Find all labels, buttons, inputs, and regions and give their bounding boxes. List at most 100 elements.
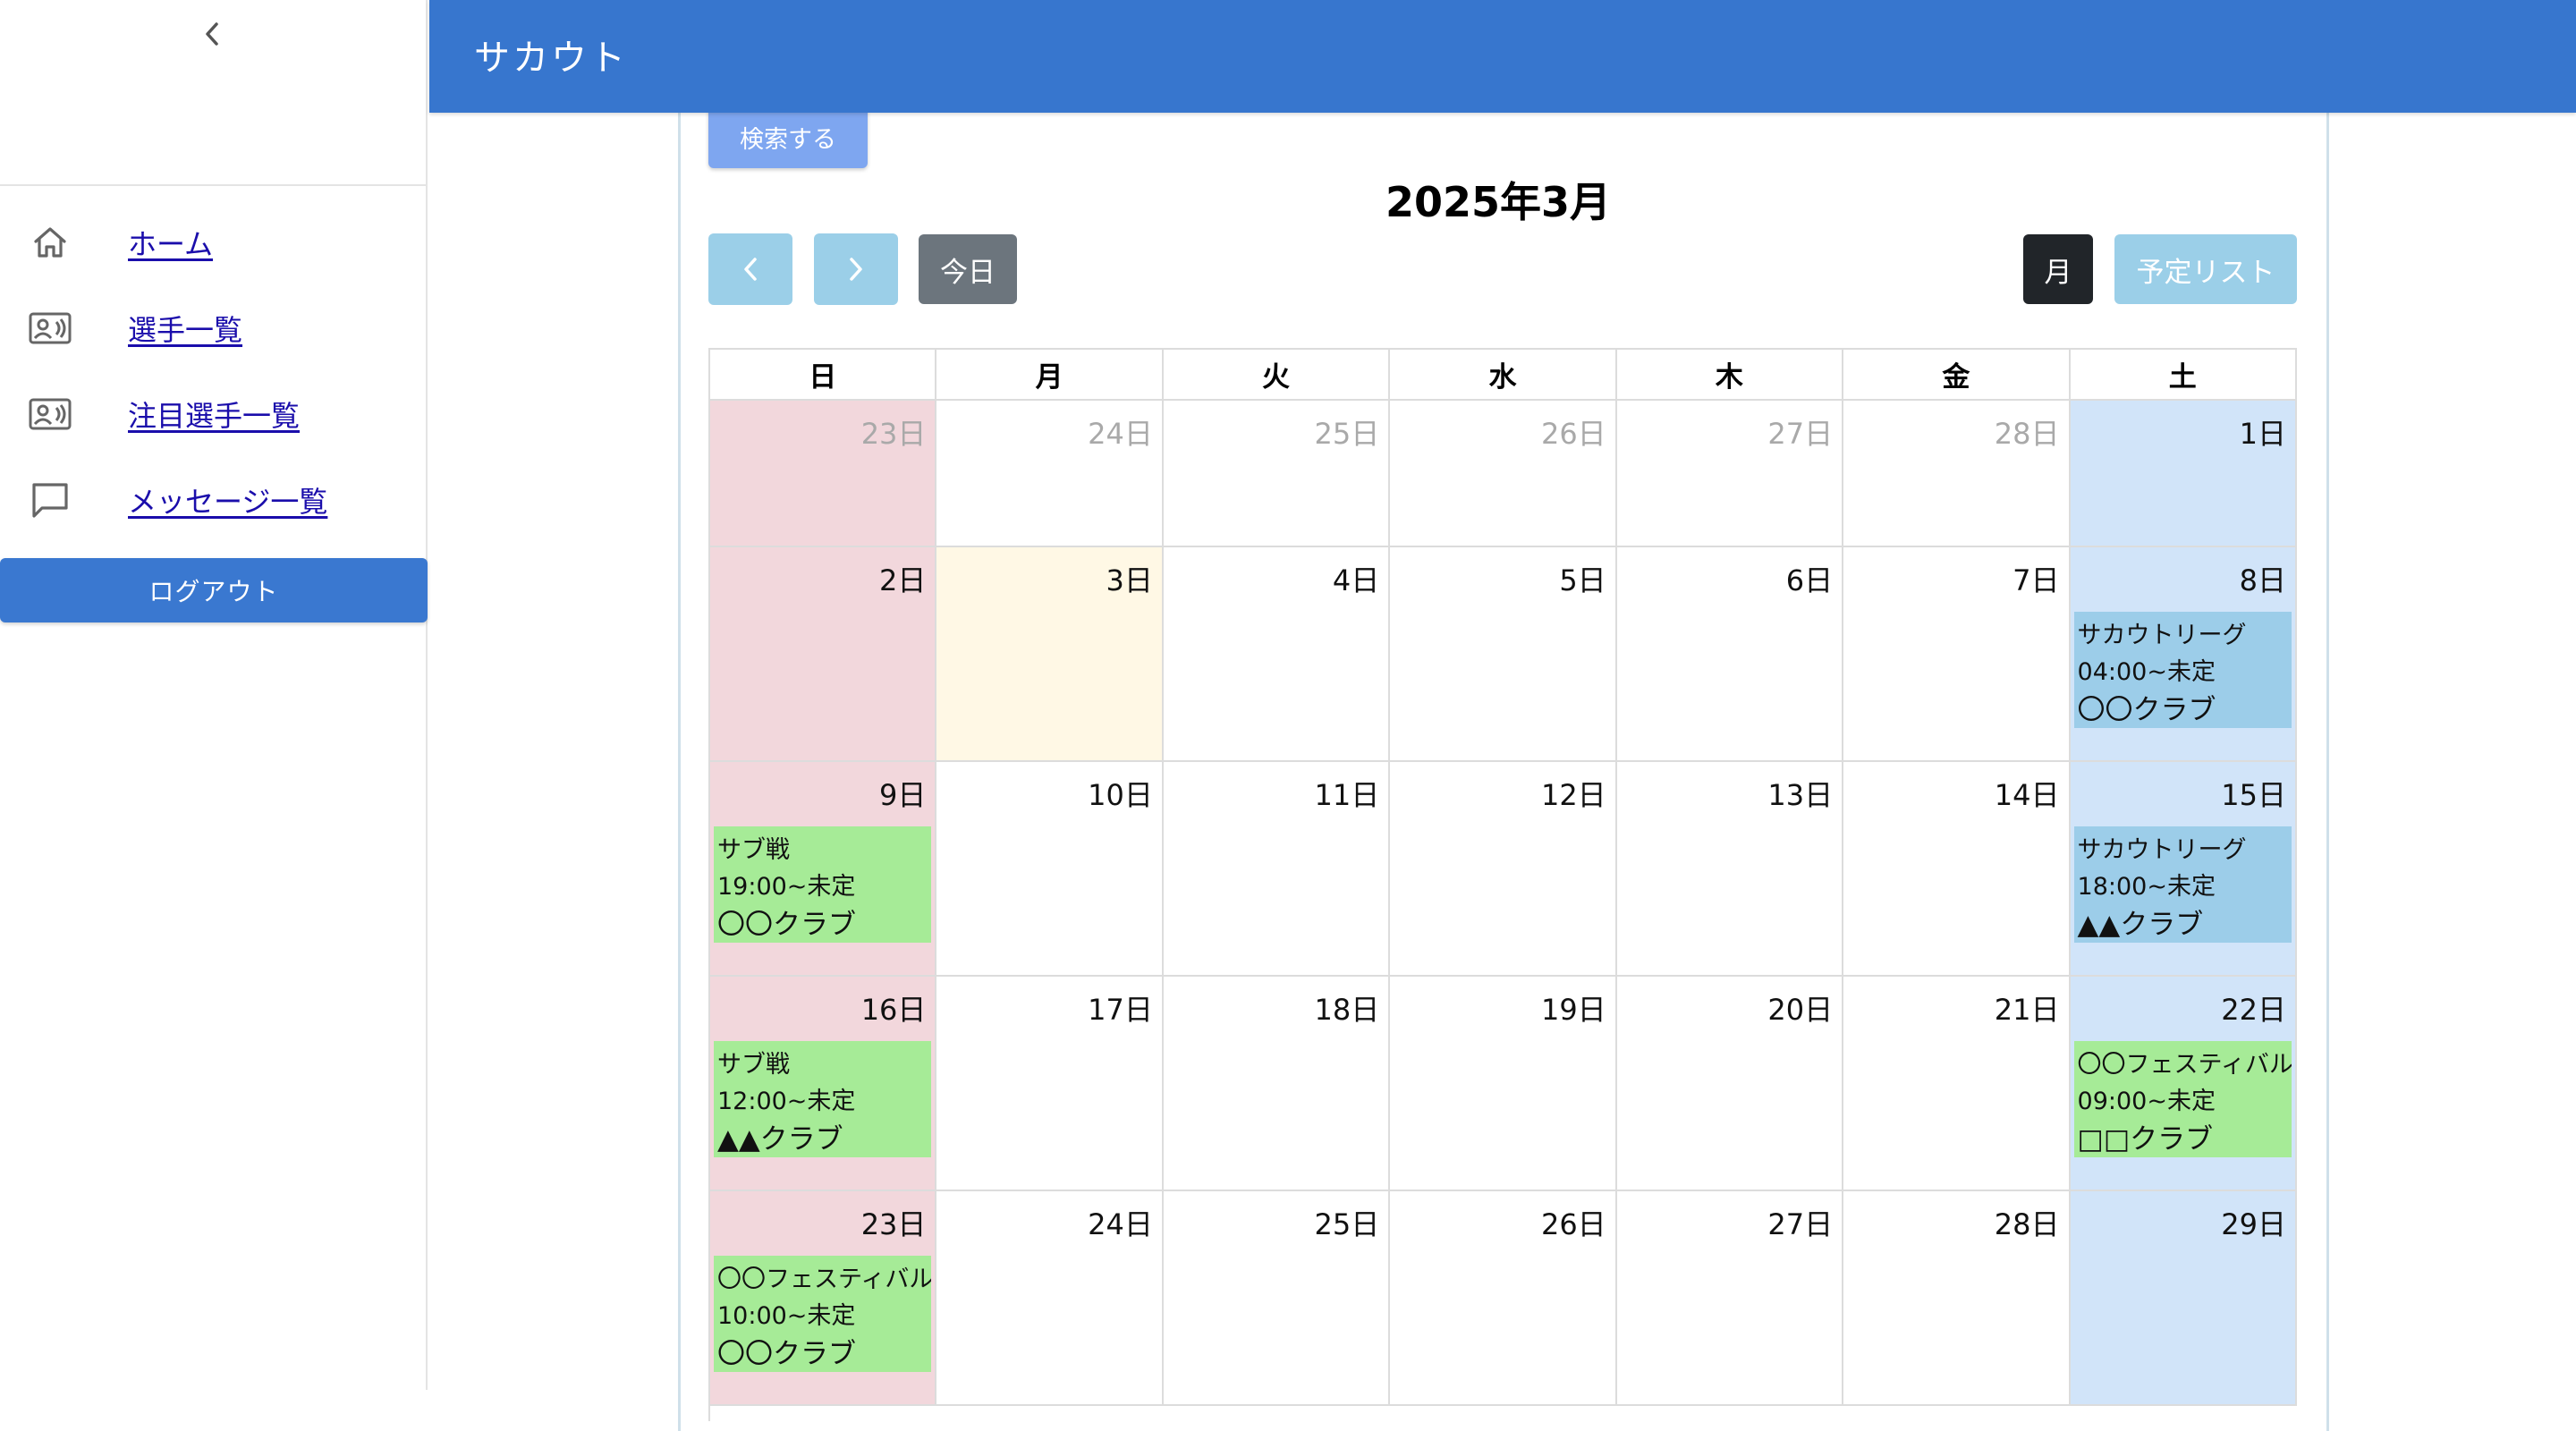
month-view-button[interactable]: 月 [2023, 234, 2093, 304]
calendar-day-cell[interactable]: 3日 [936, 547, 1164, 762]
day-number: 27日 [1767, 1207, 1834, 1241]
calendar-day-cell[interactable]: 24日 [936, 1191, 1164, 1406]
event-time: 09:00~未定 [2077, 1088, 2216, 1115]
event-time: 10:00~未定 [717, 1302, 856, 1330]
calendar-event[interactable]: サブ戦 12:00~未定 ▲▲クラブ [714, 1041, 932, 1157]
event-title: サブ戦 [717, 1051, 790, 1079]
prev-month-button[interactable] [708, 233, 792, 305]
day-number: 28日 [1994, 417, 2060, 451]
weekday-header: 火 [1163, 350, 1391, 401]
collapse-sidebar-button[interactable] [190, 14, 234, 54]
calendar-day-cell[interactable]: 28日 [1843, 401, 2071, 547]
calendar-day-cell[interactable]: 6日 [1616, 547, 1844, 762]
day-number: 7日 [2012, 563, 2060, 597]
chevron-left-icon [206, 22, 218, 46]
contact-card-icon [27, 391, 73, 437]
weekday-header-row: 日 月 火 水 木 金 土 [710, 350, 2297, 401]
calendar-day-cell[interactable]: 9日 サブ戦 19:00~未定 〇〇クラブ [710, 762, 937, 977]
event-time: 04:00~未定 [2077, 658, 2216, 686]
weekday-header: 金 [1843, 350, 2071, 401]
logout-button[interactable]: ログアウト [0, 558, 428, 622]
day-number: 28日 [1994, 1207, 2060, 1241]
event-club: 〇〇クラブ [2077, 694, 2216, 726]
chevron-left-icon [744, 258, 757, 281]
calendar-event[interactable]: サカウトリーグ 18:00~未定 ▲▲クラブ [2073, 826, 2292, 943]
calendar-day-cell[interactable]: 1日 [2070, 401, 2297, 547]
calendar-day-cell[interactable]: 20日 [1616, 977, 1844, 1191]
sidebar-divider [0, 184, 428, 186]
calendar-day-cell[interactable]: 22日 〇〇フェスティバル 09:00~未定 □□クラブ [2070, 977, 2297, 1191]
calendar-week-row: 16日サブ戦 12:00~未定 ▲▲クラブ 17日 18日 19日 20日 21日 22日 〇〇フ… [710, 977, 2297, 1191]
today-button[interactable]: 今日 [919, 234, 1017, 304]
app-title: サカウト [474, 38, 628, 79]
calendar-day-cell[interactable]: 27日 [1616, 401, 1844, 547]
chevron-right-icon [850, 258, 862, 281]
calendar-day-cell[interactable]: 21日 [1843, 977, 2071, 1191]
calendar-event[interactable]: サブ戦 19:00~未定 〇〇クラブ [714, 826, 932, 943]
day-number: 1日 [2239, 417, 2286, 451]
day-number: 23日 [860, 417, 927, 451]
calendar-day-cell[interactable]: 16日サブ戦 12:00~未定 ▲▲クラブ [710, 977, 937, 1191]
calendar-day-cell[interactable]: 23日 〇〇フェスティバル 10:00~未定 〇〇クラブ [710, 1191, 937, 1406]
day-number: 26日 [1540, 417, 1606, 451]
calendar-day-cell[interactable]: 17日 [936, 977, 1164, 1191]
calendar-day-cell[interactable]: 27日 [1616, 1191, 1844, 1406]
sidebar-item-label[interactable]: 注目選手一覧 [128, 394, 300, 435]
day-number: 25日 [1314, 417, 1380, 451]
sidebar-item-label[interactable]: ホーム [128, 222, 213, 263]
calendar-day-cell[interactable]: 24日 [936, 401, 1164, 547]
calendar-day-cell[interactable]: 29日 [2070, 1191, 2297, 1406]
calendar-day-cell[interactable]: 15日 サカウトリーグ 18:00~未定 ▲▲クラブ [2070, 762, 2297, 977]
event-time: 19:00~未定 [717, 873, 856, 901]
calendar-day-cell[interactable]: 14日 [1843, 762, 2071, 977]
home-icon [27, 219, 73, 266]
sidebar-item-players[interactable]: 選手一覧 [0, 297, 428, 360]
calendar-day-cell[interactable]: 13日 [1616, 762, 1844, 977]
day-number: 13日 [1767, 778, 1834, 812]
sidebar-item-messages[interactable]: メッセージ一覧 [0, 469, 428, 531]
calendar-event[interactable]: 〇〇フェスティバル 10:00~未定〇〇クラブ [714, 1256, 932, 1372]
event-club: ▲▲クラブ [2077, 909, 2204, 941]
event-title: サカウトリーグ [2077, 622, 2247, 649]
weekday-header: 土 [2070, 350, 2297, 401]
event-time: 12:00~未定 [717, 1088, 856, 1115]
calendar-day-cell[interactable]: 23日 [710, 401, 937, 547]
day-number: 5日 [1559, 563, 1606, 597]
calendar-day-cell[interactable]: 7日 [1843, 547, 2071, 762]
calendar-day-cell[interactable]: 19日 [1390, 977, 1617, 1191]
calendar-day-cell[interactable]: 26日 [1390, 1191, 1617, 1406]
day-number: 16日 [860, 993, 927, 1027]
message-icon [27, 477, 73, 523]
calendar-day-cell[interactable]: 18日 [1163, 977, 1391, 1191]
calendar-event[interactable]: 〇〇フェスティバル 09:00~未定 □□クラブ [2073, 1041, 2292, 1157]
calendar-title: 2025年3月 [1385, 178, 1612, 226]
sidebar-item-home[interactable]: ホーム [0, 211, 428, 274]
sidebar-item-featured-players[interactable]: 注目選手一覧 [0, 383, 428, 445]
app-header: サカウト [429, 0, 2576, 113]
event-club: 〇〇クラブ [717, 909, 856, 941]
calendar-day-cell[interactable]: 28日 [1843, 1191, 2071, 1406]
next-month-button[interactable] [814, 233, 898, 305]
calendar-day-cell[interactable]: 25日 [1163, 401, 1391, 547]
calendar-day-cell[interactable]: 10日 [936, 762, 1164, 977]
calendar-day-cell[interactable]: 2日 [710, 547, 937, 762]
day-number: 2日 [879, 563, 927, 597]
day-number: 21日 [1994, 993, 2060, 1027]
calendar-day-cell[interactable]: 12日 [1390, 762, 1617, 977]
search-button[interactable]: 検索する [708, 106, 868, 168]
sidebar-item-label[interactable]: メッセージ一覧 [128, 479, 327, 521]
event-club: ▲▲クラブ [717, 1123, 843, 1156]
calendar-day-cell[interactable]: 4日 [1163, 547, 1391, 762]
calendar-day-cell[interactable]: 25日 [1163, 1191, 1391, 1406]
day-number: 29日 [2221, 1207, 2286, 1241]
calendar-day-cell[interactable]: 11日 [1163, 762, 1391, 977]
calendar-day-cell[interactable]: 5日 [1390, 547, 1617, 762]
calendar-day-cell[interactable]: 26日 [1390, 401, 1617, 547]
calendar-week-row: 2日 3日 4日 5日 6日 7日 8日 サカウトリーグ 04:00~未定 〇〇クラブ [710, 547, 2297, 762]
calendar-event[interactable]: サカウトリーグ 04:00~未定〇〇クラブ [2073, 612, 2292, 728]
sidebar-item-label[interactable]: 選手一覧 [128, 308, 242, 349]
list-view-button[interactable]: 予定リスト [2114, 234, 2297, 304]
calendar-day-cell[interactable]: 8日 サカウトリーグ 04:00~未定 〇〇クラブ [2070, 547, 2297, 762]
event-title: 〇〇フェスティバル [717, 1266, 932, 1293]
event-club: 〇〇クラブ [717, 1338, 856, 1370]
